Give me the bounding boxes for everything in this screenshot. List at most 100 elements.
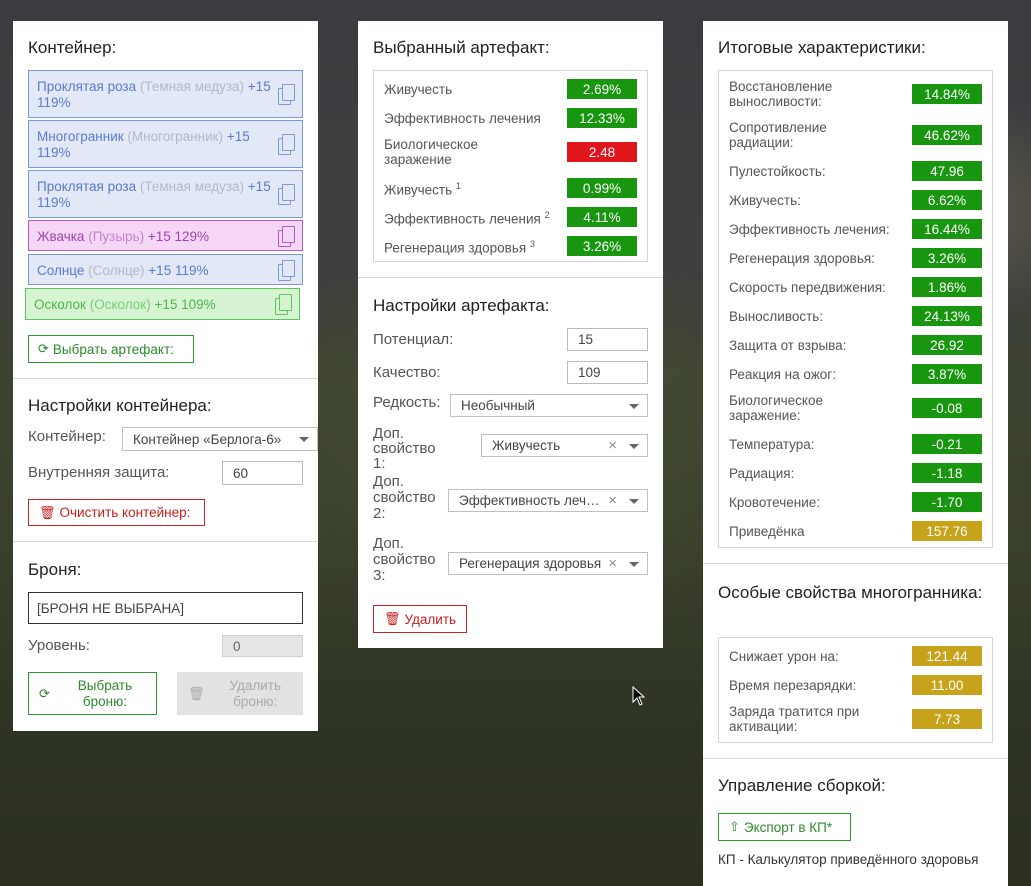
stat-value: 3.87% <box>912 364 982 384</box>
selected-artifact-heading: Выбранный артефакт: <box>373 38 550 57</box>
mouse-cursor-icon <box>632 686 646 706</box>
clear-container-button[interactable]: 🗑 Очистить контейнер: <box>28 499 205 526</box>
armor-field[interactable]: [БРОНЯ НЕ ВЫБРАНА] <box>28 592 303 624</box>
stat-value: 26.92 <box>912 335 982 355</box>
container-slot-6[interactable]: Осколок (Осколок) +15 109% <box>25 288 300 320</box>
stat-row: Сопротивление радиации: 46.62% <box>729 120 982 150</box>
armor-level-input[interactable]: 0 <box>222 635 303 657</box>
stat-row: Пулестойкость: 47.96 <box>729 161 982 181</box>
stat-value: 157.76 <box>912 521 982 541</box>
prop1-select[interactable]: Живучесть × <box>481 434 648 457</box>
copy-icon[interactable] <box>278 184 295 205</box>
divider <box>13 378 318 379</box>
delete-artifact-button[interactable]: 🗑 Удалить <box>373 605 467 633</box>
stat-value: -1.18 <box>912 463 982 483</box>
stat-name: Сопротивление радиации: <box>729 120 827 150</box>
container-slot-3[interactable]: Проклятая роза (Темная медуза) +15 119% <box>28 170 303 218</box>
container-heading: Контейнер: <box>28 38 117 57</box>
polyhedron-stats: Снижает урон на: 121.44 Время перезарядк… <box>718 637 993 743</box>
stat-name: Температура: <box>729 436 815 452</box>
copy-icon[interactable] <box>278 134 295 155</box>
close-icon[interactable]: × <box>608 492 617 509</box>
stat-name: Радиация: <box>729 465 795 481</box>
quality-input[interactable]: 109 <box>567 361 648 384</box>
container-slot-1[interactable]: Проклятая роза (Темная медуза) +15 119% <box>28 70 303 118</box>
divider <box>13 541 318 542</box>
stat-name: Регенерация здоровья: <box>729 250 875 266</box>
stat-row: Снижает урон на: 121.44 <box>729 646 982 666</box>
potential-label: Потенциал: <box>373 331 454 348</box>
divider <box>703 758 1008 759</box>
armor-heading: Броня: <box>28 560 82 579</box>
close-icon[interactable]: × <box>608 555 617 572</box>
artifact-stats: Живучесть 2.69% Эффективность лечения 12… <box>373 70 648 262</box>
stat-name: Скорость передвижения: <box>729 279 886 295</box>
stat-value: 16.44% <box>912 219 982 239</box>
stat-row: Радиация: -1.18 <box>729 463 982 483</box>
stat-value: -0.08 <box>912 398 982 418</box>
trash-icon: 🗑 <box>39 504 56 520</box>
container-slot-4[interactable]: Жвачка (Пузырь) +15 129% <box>28 220 303 251</box>
chevron-down-icon <box>629 403 639 409</box>
stat-row: Живучесть 2.69% <box>384 79 637 99</box>
export-note: КП - Калькулятор приведённого здоровья <box>718 852 979 867</box>
chevron-down-icon <box>299 437 309 442</box>
prop3-select[interactable]: Регенерация здоровья × <box>448 552 648 575</box>
stat-name: Пулестойкость: <box>729 163 826 179</box>
armor-level-label: Уровень: <box>28 637 90 654</box>
container-slot-2[interactable]: Многогранник (Многогранник) +15 119% <box>28 120 303 168</box>
upload-icon: ⇧ <box>729 819 740 834</box>
quality-label: Качество: <box>373 364 441 381</box>
stat-value: 24.13% <box>912 306 982 326</box>
stat-row: Эффективность лечения: 16.44% <box>729 219 982 239</box>
close-icon[interactable]: × <box>608 437 617 454</box>
stat-row: Приведёнка 157.76 <box>729 521 982 541</box>
container-select[interactable]: Контейнер «Берлога-6» <box>122 427 318 451</box>
totals-heading: Итоговые характеристики: <box>718 38 926 57</box>
stat-row: Восстановление выносливости: 14.84% <box>729 79 982 109</box>
select-armor-button[interactable]: ⟳ Выбрать броню: <box>28 672 157 715</box>
copy-icon[interactable] <box>278 259 295 281</box>
stat-row: Регенерация здоровья 3 3.26% <box>384 236 637 256</box>
export-button[interactable]: ⇧ Экспорт в КП* <box>718 813 851 841</box>
build-heading: Управление сборкой: <box>718 776 886 795</box>
prop2-label: Доп. свойство 2: <box>373 473 436 522</box>
copy-icon[interactable] <box>278 225 295 247</box>
divider <box>703 563 1008 564</box>
stat-row: Защита от взрыва: 26.92 <box>729 335 982 355</box>
divider <box>358 277 663 278</box>
prop2-select[interactable]: Эффективность лечения × <box>448 489 648 512</box>
container-panel: Контейнер: Проклятая роза (Темная медуза… <box>13 21 318 731</box>
stat-name: Защита от взрыва: <box>729 337 847 353</box>
prop1-label: Доп. свойство 1: <box>373 425 436 472</box>
artifact-panel: Выбранный артефакт: Живучесть 2.69% Эффе… <box>358 21 663 648</box>
totals-panel: Итоговые характеристики: Восстановление … <box>703 21 1008 886</box>
rarity-select[interactable]: Необычный <box>450 394 648 417</box>
copy-icon[interactable] <box>278 84 295 105</box>
stat-row: Время перезарядки: 11.00 <box>729 675 982 695</box>
select-artifact-button[interactable]: ⟳ Выбрать артефакт: <box>28 335 194 363</box>
stat-row: Кровотечение: -1.70 <box>729 492 982 512</box>
refresh-icon: ⟳ <box>39 685 50 701</box>
container-slot-5[interactable]: Солнце (Солнце) +15 119% <box>28 254 303 285</box>
stat-row: Выносливость: 24.13% <box>729 306 982 326</box>
stat-value: 6.62% <box>912 190 982 210</box>
stat-row: Заряда тратится при активации: 7.73 <box>729 704 982 734</box>
stat-row: Регенерация здоровья: 3.26% <box>729 248 982 268</box>
rarity-label: Редкость: <box>373 394 441 411</box>
protection-input[interactable]: 60 <box>222 461 303 485</box>
chevron-down-icon <box>629 498 639 504</box>
stat-name: Кровотечение: <box>729 494 820 510</box>
container-settings-heading: Настройки контейнера: <box>28 396 212 415</box>
stat-value: 47.96 <box>912 161 982 181</box>
delete-armor-button[interactable]: 🗑 Удалить броню: <box>177 672 303 715</box>
stat-value: 46.62% <box>912 125 982 145</box>
copy-icon[interactable] <box>275 294 292 315</box>
stat-name: Реакция на ожог: <box>729 366 836 382</box>
container-label: Контейнер: <box>28 428 106 445</box>
potential-input[interactable]: 15 <box>567 328 648 351</box>
stat-row: Биологическое заражение: -0.08 <box>729 393 982 423</box>
stat-row: Реакция на ожог: 3.87% <box>729 364 982 384</box>
stat-row: Живучесть: 6.62% <box>729 190 982 210</box>
refresh-icon: ⟳ <box>38 341 49 356</box>
